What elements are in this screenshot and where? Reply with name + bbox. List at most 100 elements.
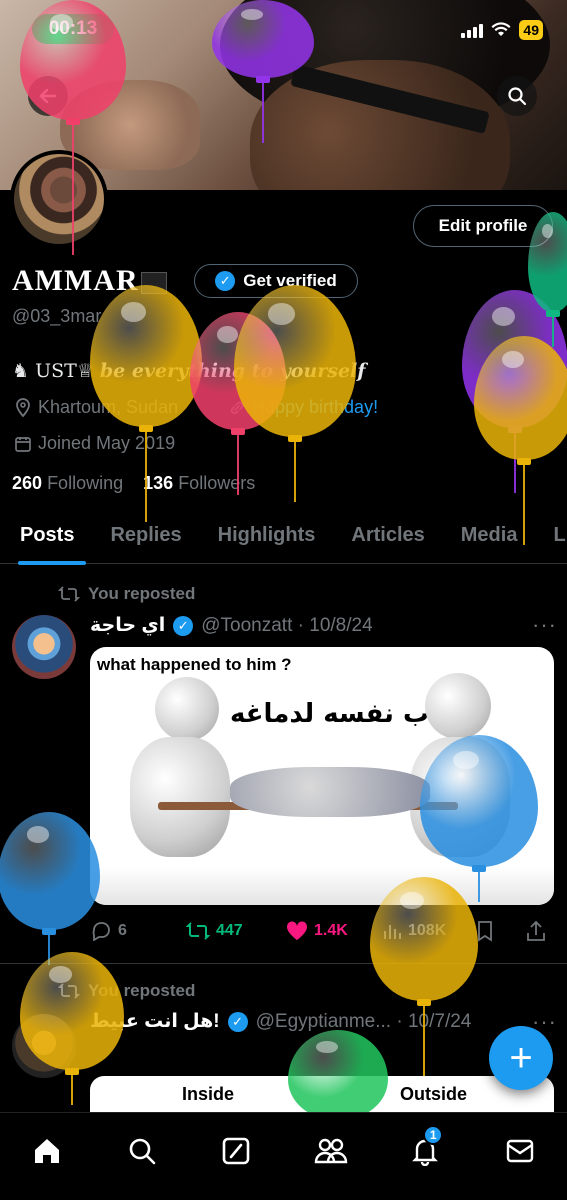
repost-indicator-2: You reposted (58, 981, 195, 1001)
share-icon (527, 920, 545, 941)
followers-label: Followers (178, 473, 256, 493)
followers-count: 136 (143, 473, 174, 493)
views-icon (384, 925, 401, 939)
reply-button[interactable]: 6 (90, 921, 186, 941)
balloon-body (474, 336, 567, 460)
more-icon[interactable]: ··· (532, 612, 557, 638)
repost-label-2: You reposted (88, 981, 196, 1000)
post-author-name-2[interactable]: هل انت عبيط! (90, 1010, 220, 1033)
verified-badge-icon: ✓ (173, 615, 194, 636)
nav-communities[interactable] (311, 1131, 351, 1171)
balloon-string (552, 317, 554, 347)
tab-replies[interactable]: Replies (90, 512, 197, 563)
profile-joined: Joined May 2019 (14, 433, 175, 454)
balloon-shine (502, 350, 524, 369)
post-media-2[interactable]: Inside Outside (90, 1076, 554, 1112)
views-button[interactable]: 108K (382, 922, 476, 940)
nav-grok[interactable] (216, 1131, 256, 1171)
balloon-knot (546, 310, 560, 317)
signal-icon (461, 22, 484, 38)
balloon-shine (216, 326, 238, 343)
repost-button[interactable]: 447 (186, 921, 286, 941)
followers-link[interactable]: 136 Followers (143, 473, 255, 493)
balloon-knot (508, 426, 522, 433)
following-link[interactable]: 260 Following (12, 473, 123, 493)
profile-avatar[interactable] (10, 150, 108, 248)
crown-icon: ♕ (76, 360, 94, 382)
balloon-shine (491, 306, 515, 326)
figure-head-left (155, 677, 219, 741)
repost-count: 447 (216, 922, 243, 939)
post-handle-date-2[interactable]: @Egyptianme... · 10/7/24 (256, 1011, 472, 1033)
calendar-icon (15, 436, 31, 452)
edit-profile-button[interactable]: Edit profile (413, 205, 553, 247)
figure-body-left (130, 737, 230, 857)
share-button[interactable] (526, 920, 546, 942)
balloon-knot (65, 1068, 79, 1075)
bookmark-icon (478, 921, 492, 942)
repost-icon (186, 922, 210, 940)
balloon-body (462, 290, 567, 428)
post-handle-date[interactable]: @Toonzatt · 10/8/24 (201, 615, 372, 637)
post-header: اي حاجة ✓ @Toonzatt · 10/8/24 (90, 614, 373, 637)
tab-more[interactable]: L (533, 512, 567, 563)
website-link[interactable]: Happy birthday! (252, 397, 378, 418)
post-avatar[interactable] (12, 615, 76, 679)
balloon-shine (121, 302, 146, 322)
media-floor (90, 867, 554, 905)
get-verified-button[interactable]: ✓ Get verified (194, 264, 358, 298)
bookmark-button[interactable] (476, 920, 526, 942)
nav-home[interactable] (27, 1131, 67, 1171)
nav-search[interactable] (122, 1131, 162, 1171)
like-button[interactable]: 1.4K (286, 921, 382, 941)
profile-location: Khartoum, Sudan (14, 397, 178, 418)
balloon-string (48, 935, 50, 965)
post-actions: 6 447 1.4K 108K (90, 920, 560, 942)
balloon-knot (139, 425, 153, 432)
compose-plus-icon: + (509, 1035, 533, 1080)
repost-icon (58, 983, 80, 999)
battery-indicator: 49 (519, 20, 543, 40)
location-text: Khartoum, Sudan (38, 397, 179, 417)
nav-notifications[interactable]: 1 (405, 1125, 445, 1171)
tab-highlights[interactable]: Highlights (198, 512, 332, 563)
tab-articles[interactable]: Articles (331, 512, 440, 563)
profile-name: AMMAR (12, 264, 167, 298)
profile-handle: @03_3mar (12, 306, 102, 326)
post-divider (0, 963, 567, 964)
search-icon (508, 87, 527, 106)
compose-button[interactable]: + (489, 1026, 553, 1090)
owl-icon: ♞ (12, 360, 30, 382)
profile-website[interactable]: Happy birthday! (228, 397, 378, 418)
location-icon (16, 397, 30, 417)
reply-icon (92, 922, 110, 941)
back-button[interactable] (28, 76, 68, 116)
tab-media[interactable]: Media (441, 512, 534, 563)
notification-badge: 1 (423, 1125, 444, 1145)
verified-badge-icon: ✓ (215, 271, 236, 291)
like-count: 1.4K (314, 922, 348, 939)
balloon-decoration (0, 812, 100, 968)
post-author-name[interactable]: اي حاجة (90, 614, 165, 637)
figure-head-right (425, 673, 491, 739)
repost-icon (58, 586, 80, 602)
tab-posts[interactable]: Posts (0, 512, 90, 565)
reply-count: 6 (118, 922, 127, 939)
communities-icon (314, 1138, 347, 1164)
bio-italic: be everything to yourself (99, 360, 366, 382)
follow-stats: 260 Following 136 Followers (12, 473, 255, 494)
balloon-decoration (370, 877, 478, 1079)
search-button[interactable] (497, 76, 537, 116)
status-right: 49 (461, 20, 543, 40)
post-avatar-2[interactable] (12, 1014, 76, 1078)
profile-tabs: Posts Replies Highlights Articles Media … (0, 512, 567, 565)
balloon-shine (316, 1040, 338, 1054)
nav-messages[interactable] (500, 1131, 540, 1171)
like-icon (286, 921, 308, 940)
post-media[interactable]: what happened to him ? ساب نفسه لدماغه (90, 647, 554, 905)
figure-lying (230, 767, 430, 817)
media-inside-label: Inside (182, 1084, 235, 1104)
following-label: Following (47, 473, 124, 493)
status-time: 00:13 (32, 14, 114, 44)
search-icon (129, 1138, 156, 1165)
